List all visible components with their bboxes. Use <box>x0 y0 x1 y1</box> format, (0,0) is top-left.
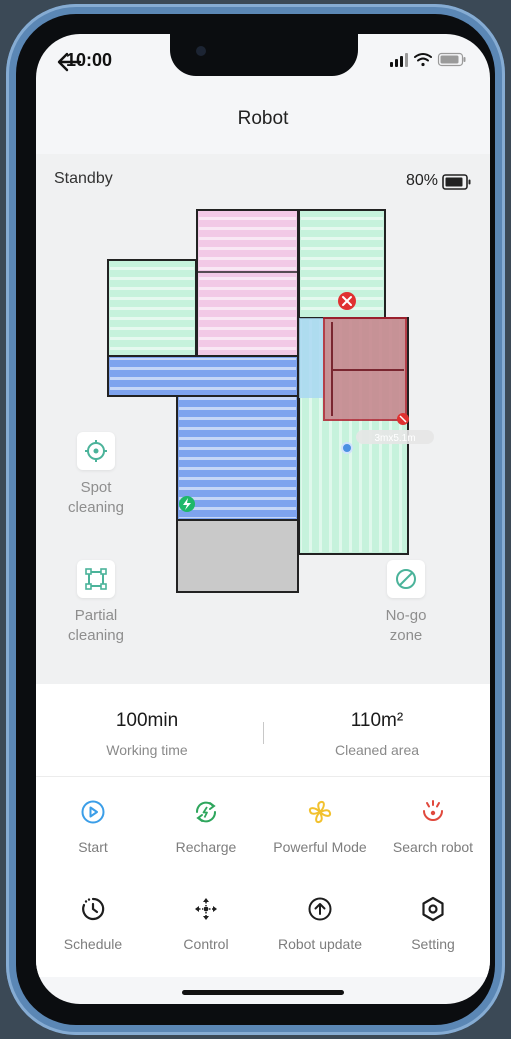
setting-button[interactable]: Setting <box>376 894 490 952</box>
working-time-label: Working time <box>106 742 188 758</box>
control-label: Control <box>183 936 229 952</box>
cleaned-area-label: Cleaned area <box>334 742 420 758</box>
dimension-label: 3mx5.1m <box>356 430 434 444</box>
search-robot-button[interactable]: Search robot <box>376 797 490 855</box>
page-title: Robot <box>237 108 289 129</box>
dock-icon <box>179 496 195 512</box>
action-grid: Start Recharge Powerful Mode Search robo… <box>36 777 490 977</box>
partial-cleaning-label-1: Partial <box>74 607 118 624</box>
partial-cleaning-tool[interactable]: Partial cleaning <box>56 560 136 646</box>
schedule-label: Schedule <box>63 936 123 952</box>
no-go-resize-icon[interactable] <box>397 413 409 425</box>
cleaned-area-stat: 110m² Cleaned area <box>277 710 477 758</box>
status-icons <box>390 52 468 73</box>
recharge-icon <box>195 801 217 823</box>
stats-panel: 100min Working time 110m² Cleaned area <box>36 684 490 776</box>
app-screen: 10:00 Robot Standby 80% 3mx5.1m Spot cle… <box>36 34 490 1004</box>
gear-icon <box>422 896 444 922</box>
crosshair-icon <box>85 440 107 462</box>
room-gray[interactable] <box>176 519 299 593</box>
working-time-stat: 100min Working time <box>47 710 247 758</box>
no-go-delete-icon[interactable] <box>338 292 356 310</box>
no-go-zone-label-1: No-go <box>385 607 427 624</box>
start-button[interactable]: Start <box>36 797 150 855</box>
recharge-button[interactable]: Recharge <box>149 797 263 855</box>
signal-icon <box>390 53 408 67</box>
spot-cleaning-button[interactable] <box>77 432 115 470</box>
control-button[interactable]: Control <box>149 894 263 952</box>
move-icon <box>195 898 217 920</box>
robot-status: Standby <box>54 170 113 187</box>
battery-status-icon <box>437 52 466 67</box>
upload-icon <box>308 897 332 921</box>
area-select-icon <box>85 568 107 590</box>
robot-position-icon <box>341 442 353 454</box>
no-go-zone-button[interactable] <box>387 560 425 598</box>
prohibited-icon <box>396 569 416 589</box>
spot-cleaning-label-2: cleaning <box>68 499 124 516</box>
robot-update-label: Robot update <box>277 936 363 952</box>
powerful-mode-label: Powerful Mode <box>273 839 367 855</box>
robot-search-icon <box>423 800 443 821</box>
battery-percentage: 80% <box>405 172 438 189</box>
partial-cleaning-button[interactable] <box>77 560 115 598</box>
dimension-text: 3mx5.1m <box>374 433 415 444</box>
start-label: Start <box>78 839 108 855</box>
camera <box>196 46 206 56</box>
cleaned-area-value: 110m² <box>350 710 404 731</box>
setting-label: Setting <box>411 936 455 952</box>
play-icon <box>81 800 105 824</box>
home-indicator <box>182 990 344 995</box>
partial-cleaning-label-2: cleaning <box>68 627 124 644</box>
spot-cleaning-tool[interactable]: Spot cleaning <box>56 432 136 518</box>
back-button[interactable] <box>54 46 86 78</box>
no-go-zone-tool[interactable]: No-go zone <box>366 560 446 646</box>
working-time-value: 100min <box>115 710 179 731</box>
spot-cleaning-label-1: Spot <box>80 479 112 496</box>
robot-update-button[interactable]: Robot update <box>263 894 377 952</box>
clock-icon <box>82 897 105 921</box>
battery-icon <box>442 174 472 195</box>
no-go-zone[interactable] <box>323 317 407 421</box>
room-top-left[interactable] <box>107 259 197 357</box>
arrow-left-icon <box>57 52 82 72</box>
wifi-icon <box>414 53 432 67</box>
schedule-button[interactable]: Schedule <box>36 894 150 952</box>
stats-divider <box>263 722 264 744</box>
no-go-zone-label-2: zone <box>389 627 423 644</box>
search-robot-label: Search robot <box>392 839 474 855</box>
powerful-mode-button[interactable]: Powerful Mode <box>263 797 377 855</box>
fan-icon <box>308 800 332 824</box>
recharge-label: Recharge <box>175 839 237 855</box>
room-pink[interactable] <box>196 209 299 357</box>
